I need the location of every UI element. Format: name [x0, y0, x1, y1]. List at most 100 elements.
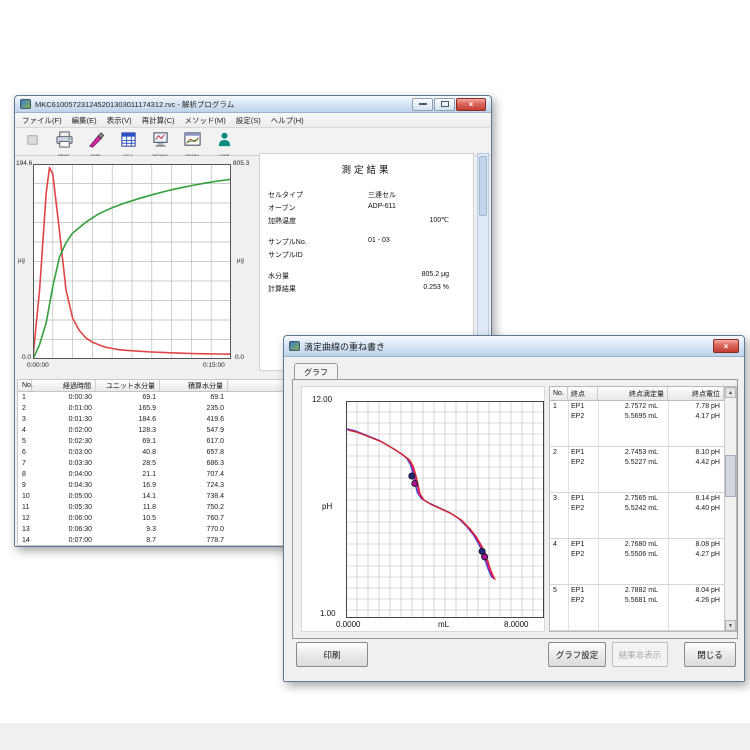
table-cell: 21.1 [96, 471, 160, 478]
table-cell: 770.0 [160, 526, 228, 533]
table-cell: 617.0 [160, 438, 228, 445]
endpoint-volume: 5.5227 mL [625, 459, 658, 466]
column-header[interactable]: 終点電位 [668, 387, 724, 400]
scroll-down-icon[interactable]: ▼ [725, 620, 736, 631]
maximize-icon [441, 101, 449, 107]
toolbar-file-button[interactable] [19, 130, 45, 155]
graph-settings-button[interactable]: グラフ設定 [548, 642, 606, 667]
overlay-app-icon [289, 341, 300, 351]
toolbar-sample-button[interactable]: SMPL [83, 130, 109, 155]
table-cell: 0:06:30 [32, 526, 96, 533]
table-cell: 724.3 [160, 482, 228, 489]
endpoint-row: EP25.5506 mL4.27 pH [550, 551, 724, 561]
endpoint-group[interactable]: 4EP12.7680 mL8.08 pHEP25.5506 mL4.27 pH [550, 539, 724, 585]
toolbar-print-button[interactable]: PRINT [51, 130, 77, 155]
minimize-button[interactable] [412, 98, 433, 111]
table-cell: 235.0 [160, 405, 228, 412]
scrollbar-thumb[interactable] [479, 156, 487, 216]
table-cell: 0:02:00 [32, 427, 96, 434]
endpoint-name: EP2 [571, 413, 584, 420]
endpoint-potential: 8.10 pH [695, 449, 720, 456]
endpoint-volume: 2.7565 mL [625, 495, 658, 502]
menu-item-0[interactable]: ファイル(F) [17, 114, 67, 127]
table-cell: 128.3 [96, 427, 160, 434]
tab-graph[interactable]: グラフ [294, 363, 338, 380]
column-header[interactable]: 積算水分量 [160, 380, 228, 391]
ml-axis-label: mL [438, 620, 449, 629]
menu-item-6[interactable]: ヘルプ(H) [266, 114, 309, 127]
front-window-titlebar[interactable]: 滴定曲線の重ね書き × [284, 336, 744, 357]
column-header[interactable]: 終点 [568, 387, 598, 400]
toolbar-calc-button[interactable]: CALC [115, 130, 141, 155]
menu-item-2[interactable]: 表示(V) [102, 114, 137, 127]
column-header[interactable]: No. [18, 380, 32, 391]
toolbar-redraw-button[interactable]: REDRW [147, 130, 173, 155]
result-field-value: ADP-611 [368, 203, 396, 210]
left-axis-max: 194.6 [16, 160, 32, 167]
sample-icon [88, 131, 105, 153]
column-header[interactable]: No. [550, 387, 568, 400]
table-cell: 40.8 [96, 449, 160, 456]
ph-axis-label: pH [322, 502, 332, 511]
table-cell: 69.1 [96, 438, 160, 445]
endpoint-volume: 5.5242 mL [625, 505, 658, 512]
endpoint-group[interactable]: 1EP12.7572 mL7.78 pHEP25.5695 mL4.17 pH [550, 401, 724, 447]
left-axis-min: 0.0 [22, 354, 31, 361]
table-cell: 0:03:30 [32, 460, 96, 467]
table-cell: 9.3 [96, 526, 160, 533]
column-header[interactable]: 終点滴定量 [598, 387, 668, 400]
result-field-label: 加熱温度 [268, 216, 296, 226]
table-cell: 4 [18, 427, 32, 434]
result-field: オーブンADP-611 [268, 203, 463, 214]
print-button[interactable]: 印刷 [296, 642, 368, 667]
table-cell: 14 [18, 537, 32, 544]
toolbar-graph-button[interactable]: GRAPH [179, 130, 205, 155]
table-cell: 3 [18, 416, 32, 423]
titration-chart [346, 401, 544, 618]
menu-item-5[interactable]: 設定(S) [231, 114, 266, 127]
table-cell: 28.5 [96, 460, 160, 467]
back-window-titlebar[interactable]: MKC610057231245201303011174312.rvc - 解析プ… [15, 96, 491, 113]
hide-results-button[interactable]: 結果非表示 [612, 642, 668, 667]
endpoint-row: EP12.7572 mL7.78 pH [550, 403, 724, 413]
endpoint-row: EP25.5695 mL4.17 pH [550, 413, 724, 423]
result-field: 水分量805.2 μg [268, 271, 463, 282]
endpoint-group[interactable]: 3EP12.7565 mL8.14 pHEP25.5242 mL4.40 pH [550, 493, 724, 539]
close-button[interactable]: × [456, 98, 486, 111]
endpoint-group[interactable]: 2EP12.7453 mL8.10 pHEP25.5227 mL4.42 pH [550, 447, 724, 493]
endpoint-name: EP1 [571, 495, 584, 502]
menu-item-4[interactable]: メソッド(M) [180, 114, 231, 127]
front-close-button[interactable]: × [713, 339, 739, 353]
menu-item-3[interactable]: 再計算(C) [137, 114, 180, 127]
titration-overlay-window: 滴定曲線の重ね書き × グラフ 12.00 1.00 pH 0.0000 mL … [283, 335, 745, 682]
endpoint-potential: 4.40 pH [695, 505, 720, 512]
table-cell: 69.1 [160, 394, 228, 401]
table-cell: 69.1 [96, 394, 160, 401]
menu-item-1[interactable]: 編集(E) [67, 114, 102, 127]
close-dialog-button[interactable]: 閉じる [684, 642, 736, 667]
scrollbar-thumb[interactable] [725, 455, 736, 497]
table-cell: 0:00:30 [32, 394, 96, 401]
endpoint-name: EP2 [571, 551, 584, 558]
result-field-label: セルタイプ [268, 190, 303, 200]
scroll-up-icon[interactable]: ▲ [725, 387, 736, 398]
maximize-button[interactable] [434, 98, 455, 111]
result-title: 測定結果 [260, 162, 473, 176]
column-header[interactable]: ユニット水分量 [96, 380, 160, 391]
endpoint-name: EP2 [571, 459, 584, 466]
result-field-label: サンプルNo. [268, 237, 307, 247]
table-cell: 8.7 [96, 537, 160, 544]
graph-tabpage: 12.00 1.00 pH 0.0000 mL 8.0000 No.終点終点滴定… [292, 379, 738, 639]
endpoint-volume: 2.7572 mL [625, 403, 658, 410]
titration-chart-plot [346, 401, 544, 618]
x-axis-start: 0:00:00 [27, 362, 49, 369]
endpoint-scrollbar[interactable]: ▲▼ [724, 387, 736, 631]
endpoint-name: EP1 [571, 587, 584, 594]
endpoint-group[interactable]: 5EP12.7882 mL8.04 pHEP25.5681 mL4.26 pH [550, 585, 724, 631]
result-field: 計算結果0.253 % [268, 284, 463, 295]
column-header[interactable]: 経過時間 [32, 380, 96, 391]
overlay-body: グラフ 12.00 1.00 pH 0.0000 mL 8.0000 No.終点… [284, 357, 744, 681]
ml-axis-end: 8.0000 [504, 620, 528, 629]
endpoint-row: EP12.7882 mL8.04 pH [550, 587, 724, 597]
toolbar-user-button[interactable]: USER [211, 130, 237, 155]
